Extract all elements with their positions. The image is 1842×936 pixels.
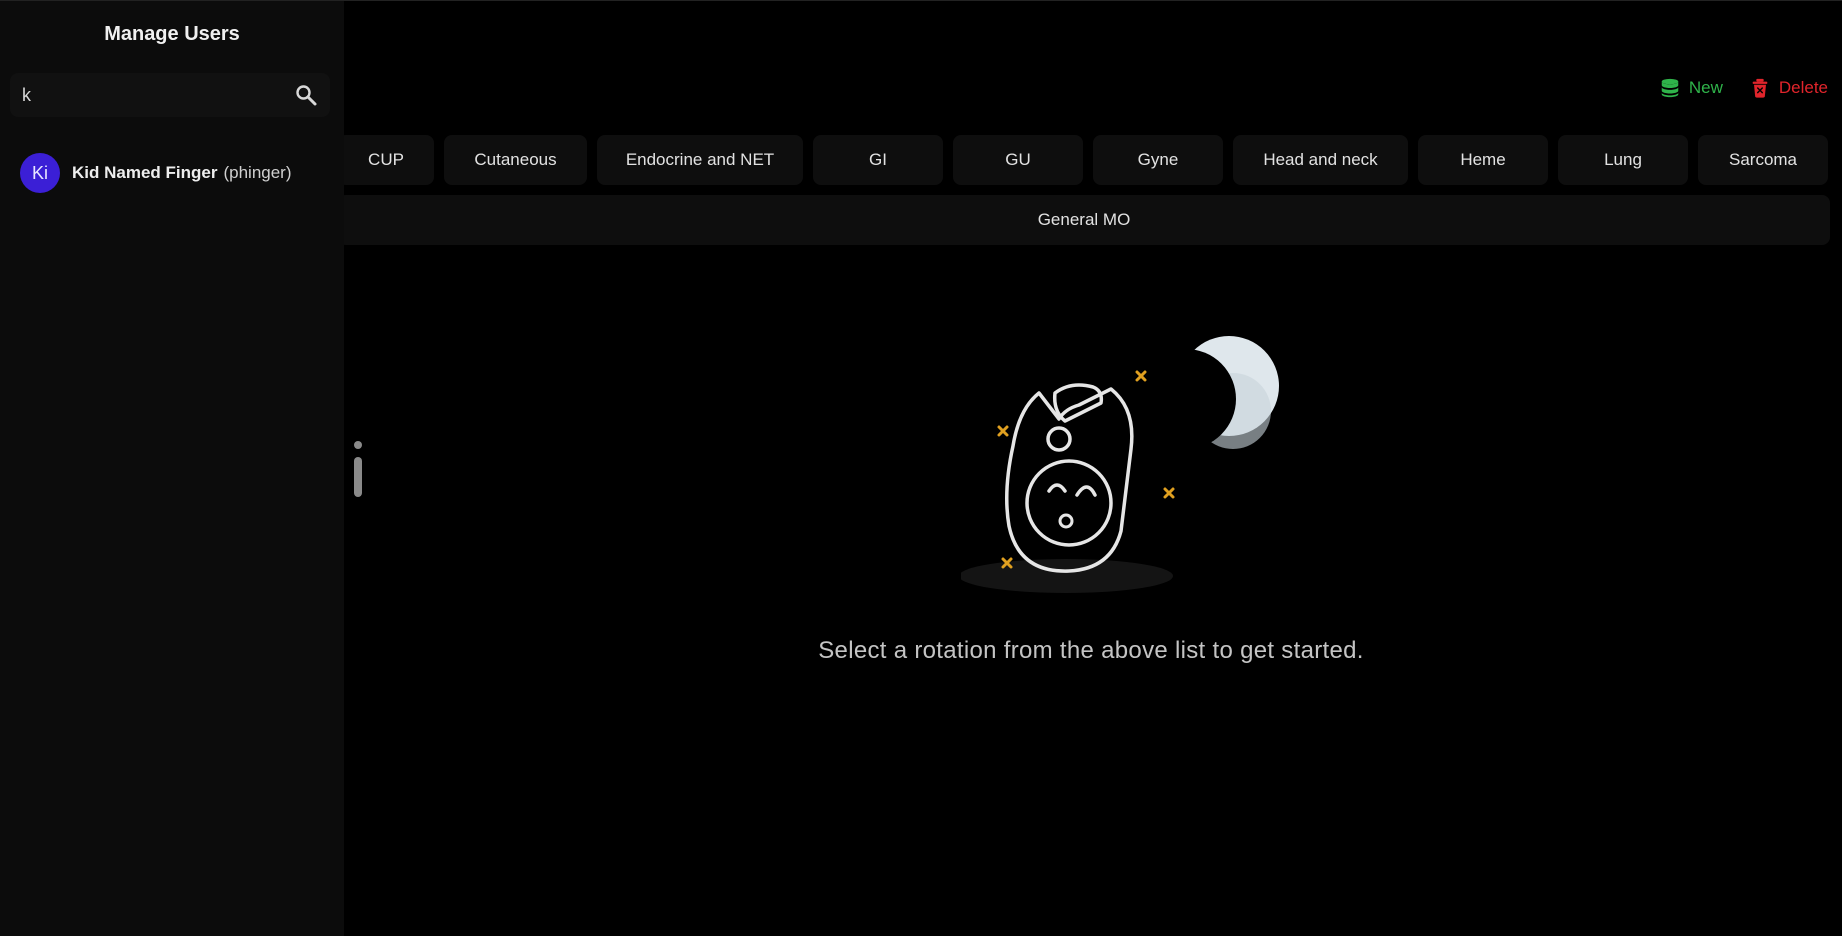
tab-head-and-neck[interactable]: Head and neck [1233, 135, 1408, 185]
tab-endocrine-and-net[interactable]: Endocrine and NET [597, 135, 803, 185]
tab-gu[interactable]: GU [953, 135, 1083, 185]
tab-lung[interactable]: Lung [1558, 135, 1688, 185]
delete-button-label: Delete [1778, 78, 1828, 97]
search-input[interactable] [10, 73, 294, 117]
toolbar: New Delete [1659, 77, 1828, 99]
delete-button[interactable]: Delete [1749, 77, 1828, 99]
search-box [10, 73, 330, 117]
tab-gyne[interactable]: Gyne [1093, 135, 1223, 185]
new-button-label: New [1688, 78, 1723, 97]
user-handle: (phinger) [223, 163, 292, 182]
avatar: Ki [20, 153, 60, 193]
tab-cutaneous[interactable]: Cutaneous [444, 135, 587, 185]
empty-state-message: Select a rotation from the above list to… [818, 637, 1364, 664]
sidebar-title: Manage Users [104, 23, 240, 45]
user-list-item[interactable]: Ki Kid Named Finger (phinger) [20, 151, 334, 195]
tab-general-mo[interactable]: General MO [338, 195, 1830, 245]
tab-cup[interactable]: CUP [338, 135, 434, 185]
empty-state: Select a rotation from the above list to… [340, 331, 1842, 665]
app-window: New Delete CUP Cutaneous Endocrine and N… [0, 0, 1842, 936]
search-icon[interactable] [294, 83, 318, 107]
user-name: Kid Named Finger [72, 163, 218, 182]
sleeping-face-illustration [961, 336, 1279, 593]
tab-sarcoma[interactable]: Sarcoma [1698, 135, 1828, 185]
rotation-tabs: CUP Cutaneous Endocrine and NET GI GU Gy… [338, 135, 1830, 185]
manage-users-sidebar: Manage Users Ki Kid Named Finger (phinger… [0, 1, 344, 936]
database-icon [1661, 78, 1679, 98]
trash-icon [1752, 78, 1768, 98]
tab-heme[interactable]: Heme [1418, 135, 1548, 185]
user-info: Kid Named Finger (phinger) [72, 163, 292, 183]
tab-gi[interactable]: GI [813, 135, 943, 185]
new-button[interactable]: New [1659, 77, 1723, 99]
